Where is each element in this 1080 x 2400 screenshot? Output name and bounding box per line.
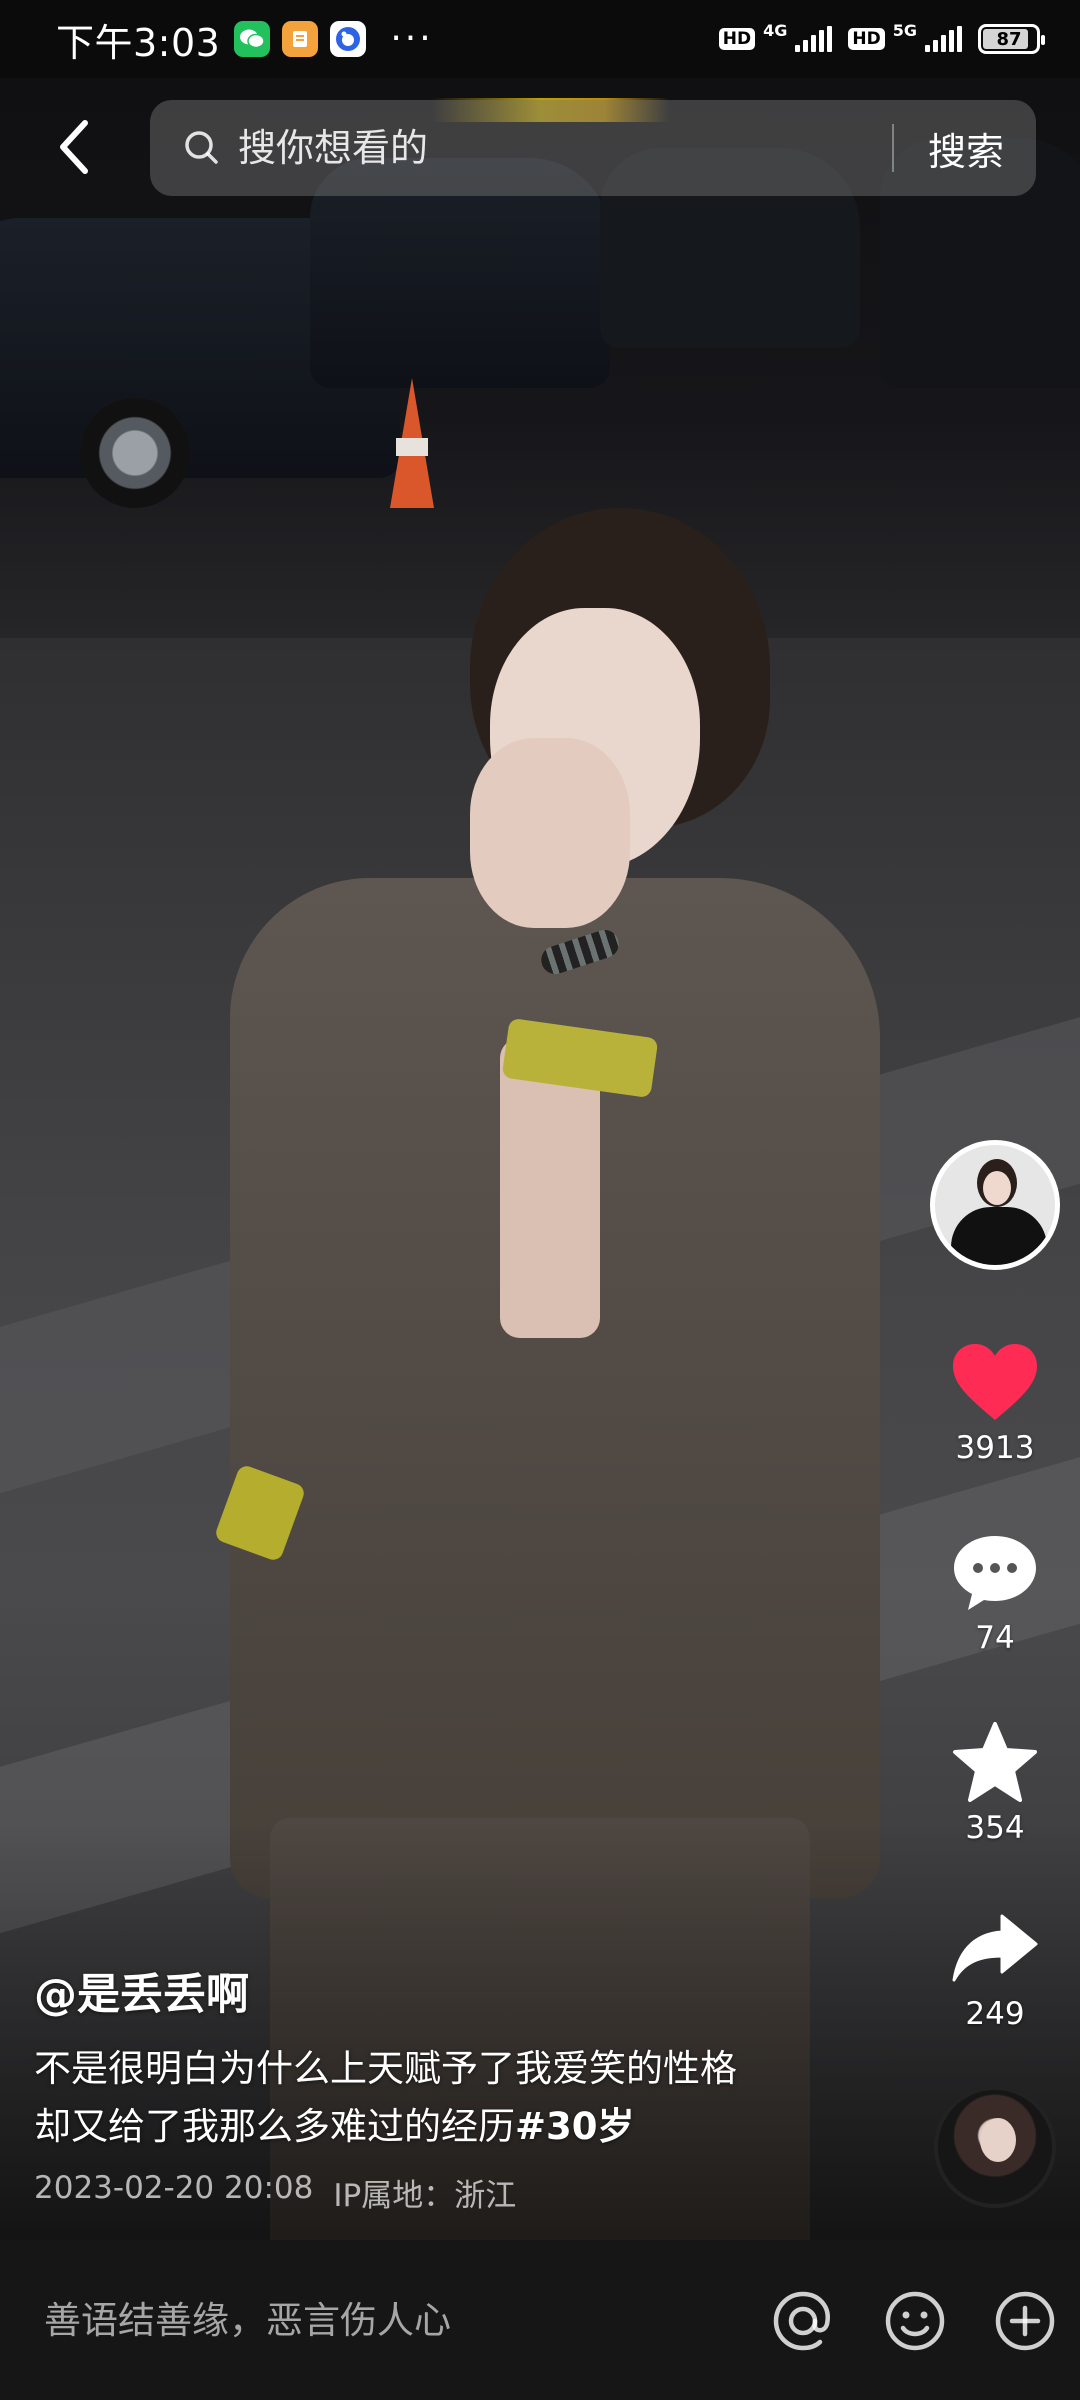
heart-icon xyxy=(953,1344,1037,1420)
status-indicators: HD 4G HD 5G 87 xyxy=(718,20,1045,58)
description-line-1: 不是很明白为什么上天赋予了我爱笑的性格 xyxy=(34,2047,737,2090)
comment-button[interactable]: 74 xyxy=(930,1530,1060,1656)
comment-icon xyxy=(954,1536,1036,1610)
person-hand xyxy=(470,738,630,928)
favorite-button[interactable]: 354 xyxy=(930,1720,1060,1846)
wechat-icon xyxy=(234,21,271,57)
post-date: 2023-02-20 20:08 xyxy=(34,2170,314,2206)
search-bar[interactable]: 搜索 xyxy=(150,100,1036,196)
author-name[interactable]: @是丢丢啊 xyxy=(34,1960,894,2022)
search-icon xyxy=(185,131,218,164)
favorite-count: 354 xyxy=(965,1810,1025,1846)
network-type-4g: 4G xyxy=(763,20,788,40)
signal-bars-icon xyxy=(795,26,833,52)
description-line-2: 却又给了我那么多难过的经历 xyxy=(34,2105,515,2148)
search-divider xyxy=(891,124,894,172)
share-arrow-icon xyxy=(952,1914,1038,1982)
music-disc-face xyxy=(980,2118,1016,2162)
search-button[interactable]: 搜索 xyxy=(928,121,1004,176)
ip-location: IP属地：浙江 xyxy=(333,2178,517,2214)
music-disc[interactable] xyxy=(934,2086,1056,2208)
back-button[interactable] xyxy=(44,112,104,182)
comment-bar xyxy=(0,2240,1080,2400)
video-description: 不是很明白为什么上天赋予了我爱笑的性格 却又给了我那么多难过的经历#30岁 xyxy=(34,2040,894,2156)
battery-icon: 87 xyxy=(978,24,1045,54)
share-button[interactable]: 249 xyxy=(930,1910,1060,2032)
star-icon xyxy=(953,1722,1037,1802)
hashtag-link[interactable]: #30岁 xyxy=(515,2105,635,2148)
signal-bars-icon xyxy=(925,26,962,52)
video-meta: 2023-02-20 20:08 IP属地：浙江 xyxy=(34,2170,894,2215)
plus-icon[interactable] xyxy=(992,2288,1058,2354)
comment-input[interactable] xyxy=(44,2298,744,2342)
chevron-left-icon xyxy=(60,120,88,174)
status-bar: 下午3:03 ··· HD 4G HD 5G 87 xyxy=(0,0,1080,78)
share-count: 249 xyxy=(965,1996,1025,2032)
status-time: 下午3:03 xyxy=(56,20,221,65)
search-input[interactable] xyxy=(238,126,892,170)
notes-icon xyxy=(282,21,319,57)
at-icon[interactable] xyxy=(770,2288,836,2354)
battery-percent: 87 xyxy=(996,28,1022,50)
more-notifications-icon: ··· xyxy=(390,18,434,59)
like-count: 3913 xyxy=(955,1430,1035,1466)
comment-count: 74 xyxy=(975,1620,1015,1656)
video-caption: @是丢丢啊 不是很明白为什么上天赋予了我爱笑的性格 却又给了我那么多难过的经历#… xyxy=(34,1960,894,2215)
avatar-face xyxy=(983,1171,1011,1205)
like-button[interactable]: 3913 xyxy=(930,1340,1060,1466)
avatar-body xyxy=(951,1207,1047,1265)
author-avatar[interactable] xyxy=(930,1140,1060,1270)
hd-badge: HD xyxy=(848,28,885,50)
emoji-icon[interactable] xyxy=(882,2288,948,2354)
network-type-5g: 5G xyxy=(892,20,917,40)
video-player[interactable] xyxy=(0,78,1080,2240)
baidu-icon xyxy=(330,21,367,57)
hd-badge: HD xyxy=(718,28,756,50)
